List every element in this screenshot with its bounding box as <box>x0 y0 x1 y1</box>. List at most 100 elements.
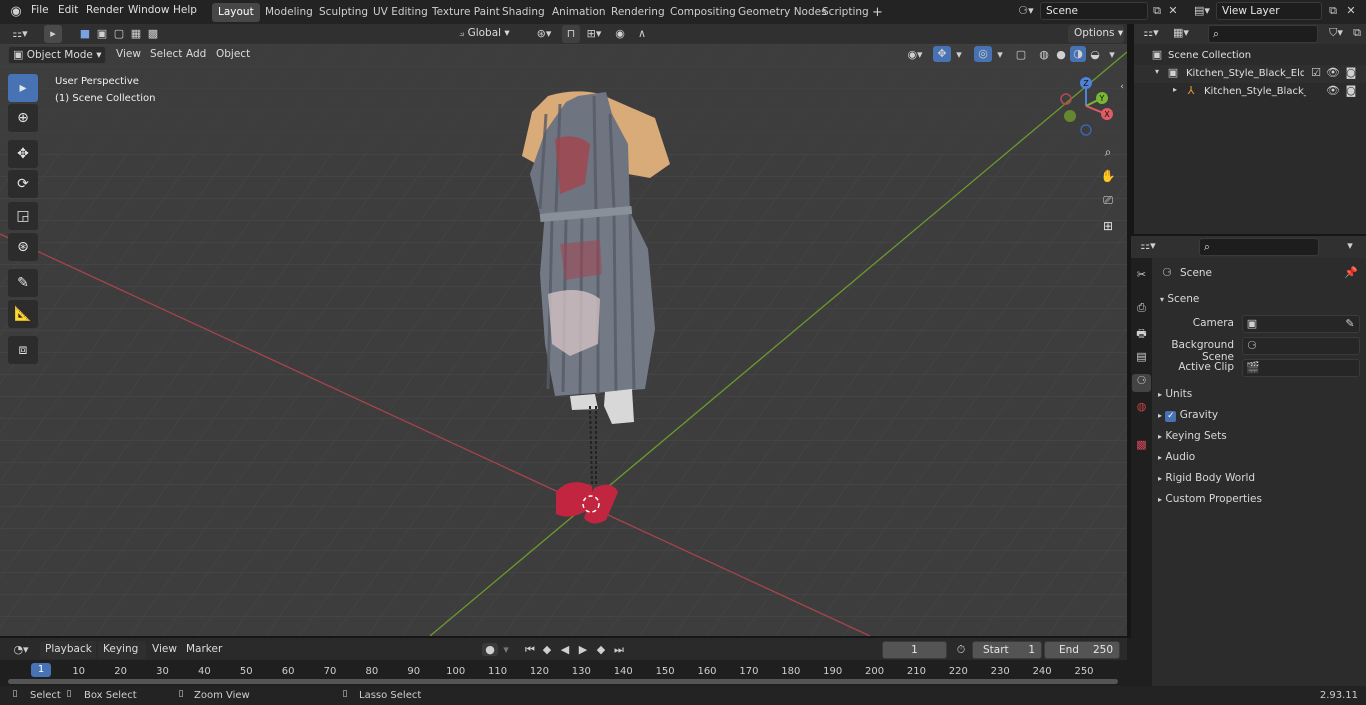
scene-tab-icon[interactable]: ⚆ <box>1132 374 1151 392</box>
outliner-display-mode-icon[interactable]: ▦▾ <box>1170 26 1192 39</box>
view-layer-selector-icon[interactable]: ▤▾ <box>1190 4 1214 17</box>
tab-sculpting[interactable]: Sculpting <box>313 3 374 22</box>
expand-arrow-icon[interactable]: ▸ <box>1170 85 1180 94</box>
zoom-icon[interactable]: ⌕ <box>1097 141 1119 163</box>
select-mode-subtract-icon[interactable]: ▢ <box>112 27 126 40</box>
sidebar-toggle-icon[interactable]: ‹ <box>1118 82 1126 92</box>
gizmo-neg-x-axis[interactable] <box>1060 93 1072 105</box>
expand-arrow-icon[interactable]: ▾ <box>1152 67 1162 76</box>
menu-file[interactable]: File <box>31 4 49 16</box>
camera-render-icon[interactable]: ◙ <box>1344 84 1358 97</box>
camera-view-icon[interactable]: ⎚ <box>1097 189 1119 211</box>
timeline-scrollbar[interactable] <box>8 679 1118 684</box>
custom-properties-panel[interactable]: ▸ Custom Properties <box>1158 489 1362 509</box>
eye-visibility-icon[interactable]: 👁 <box>1326 66 1340 79</box>
marker-menu[interactable]: Marker <box>186 641 226 659</box>
navigation-gizmo[interactable]: Z Y X <box>1055 76 1125 146</box>
delete-scene-icon[interactable]: ✕ <box>1166 4 1180 17</box>
exclude-checkbox-icon[interactable]: ☑ <box>1310 66 1322 79</box>
cursor-tool[interactable]: ⊕ <box>8 104 38 132</box>
overlays-toggle-icon[interactable]: ◎ <box>974 46 992 62</box>
rendered-shading-icon[interactable]: ◒ <box>1088 48 1102 61</box>
add-cube-tool[interactable]: ⧈ <box>8 336 38 364</box>
perspective-toggle-icon[interactable]: ⊞ <box>1097 215 1119 237</box>
wireframe-shading-icon[interactable]: ◍ <box>1037 48 1051 61</box>
gravity-panel[interactable]: ▸ ✓ Gravity <box>1158 405 1362 425</box>
audio-panel[interactable]: ▸ Audio <box>1158 447 1362 467</box>
jump-start-icon[interactable]: ⏮ <box>523 643 537 657</box>
outliner-item-object[interactable]: ▸ ⅄ Kitchen_Style_Black_Elde 👁 ◙ <box>1134 83 1366 101</box>
object-mode-dropdown[interactable]: ▣ Object Mode ▾ <box>8 46 106 64</box>
3d-viewport[interactable]: User Perspective (1) Scene Collection Z … <box>0 44 1127 636</box>
xray-toggle-icon[interactable]: ▢ <box>1014 48 1028 61</box>
tab-shading[interactable]: Shading <box>496 3 551 22</box>
pivot-point-icon[interactable]: ⊛▾ <box>532 27 556 40</box>
menu-help[interactable]: Help <box>173 4 197 16</box>
rotate-tool[interactable]: ⟳ <box>8 170 38 198</box>
playback-menu[interactable]: Playback ▾ <box>40 641 96 671</box>
visibility-toggle-icon[interactable]: ◉▾ <box>903 48 927 61</box>
menu-add[interactable]: Add <box>186 46 214 64</box>
timeline-editor-type-icon[interactable]: ◔▾ <box>8 643 34 656</box>
pin-icon[interactable]: 📌 <box>1344 266 1358 279</box>
scene-section-header[interactable]: ▾ Scene <box>1160 293 1199 305</box>
jump-end-icon[interactable]: ⏭ <box>612 643 626 657</box>
tab-texture-paint[interactable]: Texture Paint <box>426 3 506 22</box>
gizmo-dropdown-icon[interactable]: ▾ <box>953 48 965 61</box>
next-keyframe-icon[interactable]: ◆ <box>594 643 608 656</box>
editor-type-icon[interactable]: ⚏▾ <box>8 27 32 40</box>
start-frame-field[interactable]: Start 1 <box>972 641 1042 659</box>
outliner-scene-collection[interactable]: ▣ Scene Collection <box>1134 47 1366 65</box>
timeline-view-menu[interactable]: View <box>152 641 182 659</box>
add-workspace-button[interactable]: + <box>866 3 889 22</box>
shading-dropdown-icon[interactable]: ▾ <box>1106 48 1118 61</box>
outliner-new-collection-icon[interactable]: ⧉ <box>1350 26 1364 40</box>
texture-tab-icon[interactable]: ▩ <box>1134 438 1149 451</box>
scene-name-field[interactable]: Scene <box>1040 2 1148 20</box>
eye-visibility-icon[interactable]: 👁 <box>1326 84 1340 97</box>
record-icon[interactable]: ● <box>482 643 498 656</box>
camera-field[interactable] <box>1242 315 1360 333</box>
end-frame-field[interactable]: End 250 <box>1044 641 1120 659</box>
menu-render[interactable]: Render <box>86 4 123 16</box>
kitchen-apron-model[interactable] <box>0 44 1127 636</box>
current-frame-field[interactable]: 1 <box>882 641 947 659</box>
new-scene-icon[interactable]: ⧉ <box>1150 4 1164 18</box>
blender-logo-icon[interactable]: ◉ <box>8 4 24 20</box>
tab-animation[interactable]: Animation <box>546 3 612 22</box>
snap-icon[interactable]: ⊓ <box>562 25 580 43</box>
playhead-marker[interactable]: 1 <box>31 663 51 677</box>
menu-window[interactable]: Window <box>128 4 169 16</box>
background-scene-field[interactable] <box>1242 337 1360 355</box>
transform-tool[interactable]: ⊛ <box>8 233 38 261</box>
camera-render-icon[interactable]: ◙ <box>1344 66 1358 79</box>
select-tool-icon[interactable]: ▸ <box>44 25 62 43</box>
outliner-editor-type-icon[interactable]: ⚏▾ <box>1140 26 1162 39</box>
tab-uv-editing[interactable]: UV Editing <box>367 3 434 22</box>
tab-rendering[interactable]: Rendering <box>605 3 671 22</box>
overlays-dropdown-icon[interactable]: ▾ <box>994 48 1006 61</box>
outliner-item-collection[interactable]: ▾ ▣ Kitchen_Style_Black_Elderly_W ☑ 👁 ◙ <box>1134 65 1366 83</box>
play-icon[interactable]: ▶ <box>576 643 590 656</box>
tab-modeling[interactable]: Modeling <box>259 3 319 22</box>
menu-select[interactable]: Select <box>150 46 190 64</box>
select-box-tool[interactable]: ▸ <box>8 74 38 102</box>
gizmo-toggle-icon[interactable]: ✥ <box>933 46 951 62</box>
outliner-filter-icon[interactable]: ⛉▾ <box>1324 26 1348 40</box>
gizmo-neg-y-axis[interactable] <box>1064 110 1076 122</box>
view-layer-name-field[interactable]: View Layer <box>1216 2 1322 20</box>
menu-object[interactable]: Object <box>216 46 256 64</box>
render-tab-icon[interactable]: ⎙ <box>1134 301 1149 315</box>
annotate-tool[interactable]: ✎ <box>8 269 38 297</box>
world-tab-icon[interactable]: ◍ <box>1134 400 1149 413</box>
gravity-checkbox[interactable]: ✓ <box>1165 411 1177 422</box>
menu-edit[interactable]: Edit <box>58 4 78 16</box>
output-tab-icon[interactable]: 🖶 <box>1134 325 1149 344</box>
tool-tab-icon[interactable]: ✂ <box>1134 268 1149 281</box>
move-tool[interactable]: ✥ <box>8 140 38 168</box>
proportional-falloff-icon[interactable]: ∧ <box>632 27 652 40</box>
snap-target-icon[interactable]: ⊞▾ <box>582 27 606 40</box>
properties-search-input[interactable]: ⌕ <box>1199 238 1319 256</box>
view-layer-tab-icon[interactable]: ▤ <box>1134 350 1149 363</box>
measure-tool[interactable]: 📐 <box>8 300 38 328</box>
